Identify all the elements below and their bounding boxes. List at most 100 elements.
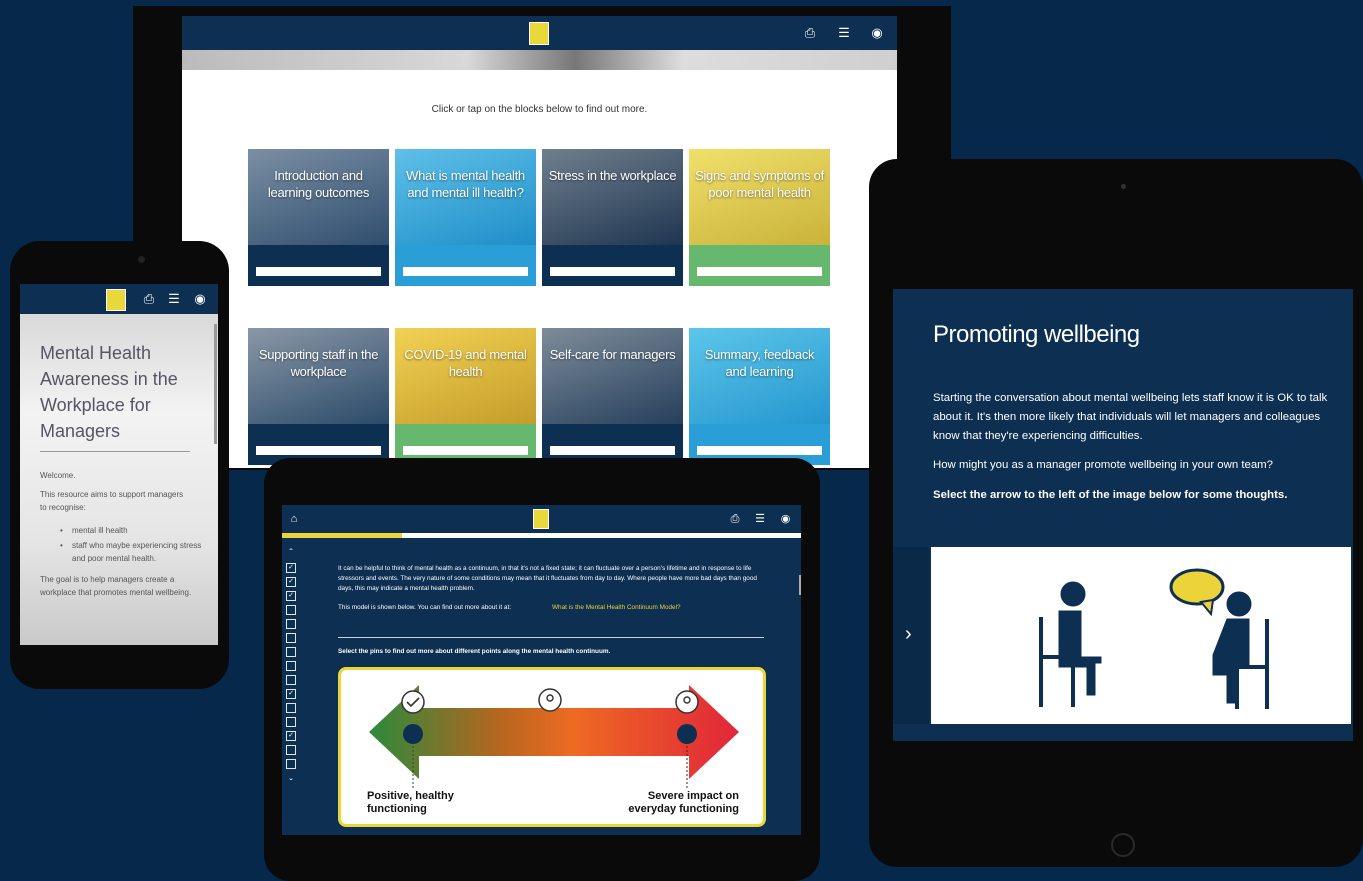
- intro-paragraph: Starting the conversation about mental w…: [933, 392, 1328, 442]
- tablet-bottom-screen: ⌂ ⎙ ☰ ◉ ˆ ✓ ✓ ✓ ✓ ✓ ˇ It can be helpful to t…: [282, 505, 801, 835]
- unchecked-checkbox[interactable]: [286, 703, 296, 713]
- eye-icon[interactable]: ◉: [868, 26, 886, 40]
- logo: [533, 509, 549, 529]
- tile-title: Supporting staff in the workplace: [258, 347, 379, 379]
- wellbeing-illustration: [931, 547, 1351, 724]
- unchecked-checkbox[interactable]: [286, 647, 296, 657]
- printer-icon[interactable]: ⎙: [802, 26, 818, 40]
- chevron-down-icon[interactable]: ˇ: [286, 777, 296, 791]
- tile-supporting-staff[interactable]: Supporting staff in the workplace: [248, 328, 389, 465]
- arrow-panel: ›: [893, 547, 929, 724]
- checked-checkbox[interactable]: ✓: [286, 563, 296, 573]
- divider: [40, 451, 190, 452]
- printer-icon[interactable]: ⎙: [142, 292, 156, 306]
- tile-signs-symptoms[interactable]: Signs and symptoms of poor mental health: [689, 149, 830, 286]
- hero-image: [182, 50, 897, 70]
- tablet-camera: [1121, 184, 1126, 189]
- continuum-paragraph: It can be helpful to think of mental hea…: [338, 565, 757, 592]
- aim-text: This resource aims to support managers t…: [40, 490, 184, 512]
- tile-title: Stress in the workplace: [548, 168, 677, 183]
- checked-checkbox[interactable]: ✓: [286, 689, 296, 699]
- unchecked-checkbox[interactable]: [286, 619, 296, 629]
- tile-button[interactable]: [403, 267, 528, 276]
- tile-band: [542, 245, 683, 286]
- tablet-right-screen: Promoting wellbeing Starting the convers…: [893, 289, 1353, 741]
- logo: [106, 289, 126, 311]
- checked-pin-icon[interactable]: [401, 690, 425, 714]
- pin-marker[interactable]: [403, 724, 423, 744]
- tile-button[interactable]: [697, 446, 822, 455]
- location-pin-icon[interactable]: [675, 690, 699, 714]
- instruction-paragraph: Select the arrow to the left of the imag…: [933, 489, 1288, 501]
- menu-icon[interactable]: ☰: [167, 292, 181, 306]
- tile-introduction[interactable]: Introduction and learning outcomes: [248, 149, 389, 286]
- checked-checkbox[interactable]: ✓: [286, 591, 296, 601]
- eye-icon[interactable]: ◉: [779, 512, 792, 526]
- bullet-item: staff who maybe experiencing stress and …: [72, 541, 202, 563]
- seated-person-figure: [1212, 591, 1269, 709]
- tile-button[interactable]: [550, 446, 675, 455]
- tile-title: Summary, feedback and learning: [704, 347, 815, 379]
- tile-button[interactable]: [550, 267, 675, 276]
- laptop-screen: ⎙ ☰ ◉ Click or tap on the blocks below t…: [182, 16, 897, 468]
- tile-button[interactable]: [256, 446, 381, 455]
- tile-self-care[interactable]: Self-care for managers: [542, 328, 683, 465]
- home-icon[interactable]: ⌂: [288, 512, 300, 526]
- checked-checkbox[interactable]: ✓: [286, 577, 296, 587]
- chevron-right-icon[interactable]: ›: [905, 623, 912, 646]
- tile-title: Self-care for managers: [549, 347, 676, 362]
- tile-button[interactable]: [697, 267, 822, 276]
- unchecked-checkbox[interactable]: [286, 661, 296, 671]
- tile-band: [395, 245, 536, 286]
- tile-title: Signs and symptoms of poor mental health: [695, 168, 824, 200]
- tile-title: COVID-19 and mental health: [404, 347, 527, 379]
- tile-band: [689, 245, 830, 286]
- page-title: Promoting wellbeing: [933, 321, 1140, 348]
- question-paragraph: How might you as a manager promote wellb…: [933, 459, 1273, 471]
- tile-covid[interactable]: COVID-19 and mental health: [395, 328, 536, 465]
- location-pin-icon[interactable]: [538, 688, 562, 712]
- unchecked-checkbox[interactable]: [286, 633, 296, 643]
- bullet: •: [60, 541, 63, 550]
- unchecked-checkbox[interactable]: [286, 759, 296, 769]
- home-button[interactable]: [1111, 833, 1135, 857]
- menu-icon[interactable]: ☰: [836, 26, 852, 40]
- tile-summary[interactable]: Summary, feedback and learning: [689, 328, 830, 465]
- phone-camera: [138, 256, 145, 263]
- right-label: Severe impact on everyday functioning: [628, 790, 739, 815]
- phone-screen: ⎙ ☰ ◉ Mental Health Awareness in the Wor…: [20, 284, 218, 645]
- tile-what-is-mental-health[interactable]: What is mental health and mental ill hea…: [395, 149, 536, 286]
- model-paragraph: This model is shown below. You can find …: [338, 604, 512, 611]
- goal-text: The goal is to help managers create a wo…: [40, 575, 192, 597]
- checked-checkbox[interactable]: ✓: [286, 731, 296, 741]
- progress-fill: [282, 533, 402, 538]
- tile-stress[interactable]: Stress in the workplace: [542, 149, 683, 286]
- speech-bubble-icon: [1169, 568, 1225, 617]
- tile-image: [542, 328, 683, 424]
- menu-icon[interactable]: ☰: [754, 512, 766, 526]
- welcome-text: Welcome.: [40, 471, 76, 480]
- unchecked-checkbox[interactable]: [286, 717, 296, 727]
- tile-button[interactable]: [256, 267, 381, 276]
- continuum-model-link[interactable]: What is the Mental Health Continuum Mode…: [552, 603, 732, 613]
- eye-icon[interactable]: ◉: [192, 292, 208, 306]
- chevron-up-icon[interactable]: ˆ: [286, 547, 296, 561]
- pin-marker[interactable]: [677, 724, 697, 744]
- laptop-header: ⎙ ☰ ◉: [182, 16, 897, 50]
- checklist-sidebar: ˆ ✓ ✓ ✓ ✓ ✓ ˇ: [282, 543, 302, 835]
- unchecked-checkbox[interactable]: [286, 675, 296, 685]
- divider: [338, 637, 764, 638]
- unchecked-checkbox[interactable]: [286, 605, 296, 615]
- content-scrollbar[interactable]: [799, 575, 801, 595]
- tablet-header: ⌂ ⎙ ☰ ◉: [282, 505, 801, 532]
- phone-scrollbar[interactable]: [214, 324, 217, 444]
- seated-person-figure: [1039, 581, 1102, 707]
- tile-title: Introduction and learning outcomes: [267, 168, 370, 200]
- left-label: Positive, healthy functioning: [367, 790, 454, 815]
- progress-bar: [282, 533, 801, 538]
- printer-icon[interactable]: ⎙: [729, 512, 741, 526]
- tile-button[interactable]: [403, 446, 528, 455]
- unchecked-checkbox[interactable]: [286, 745, 296, 755]
- course-title: Mental Health Awareness in the Workplace…: [40, 343, 178, 441]
- continuum-diagram: Positive, healthy functioning Severe imp…: [338, 667, 766, 827]
